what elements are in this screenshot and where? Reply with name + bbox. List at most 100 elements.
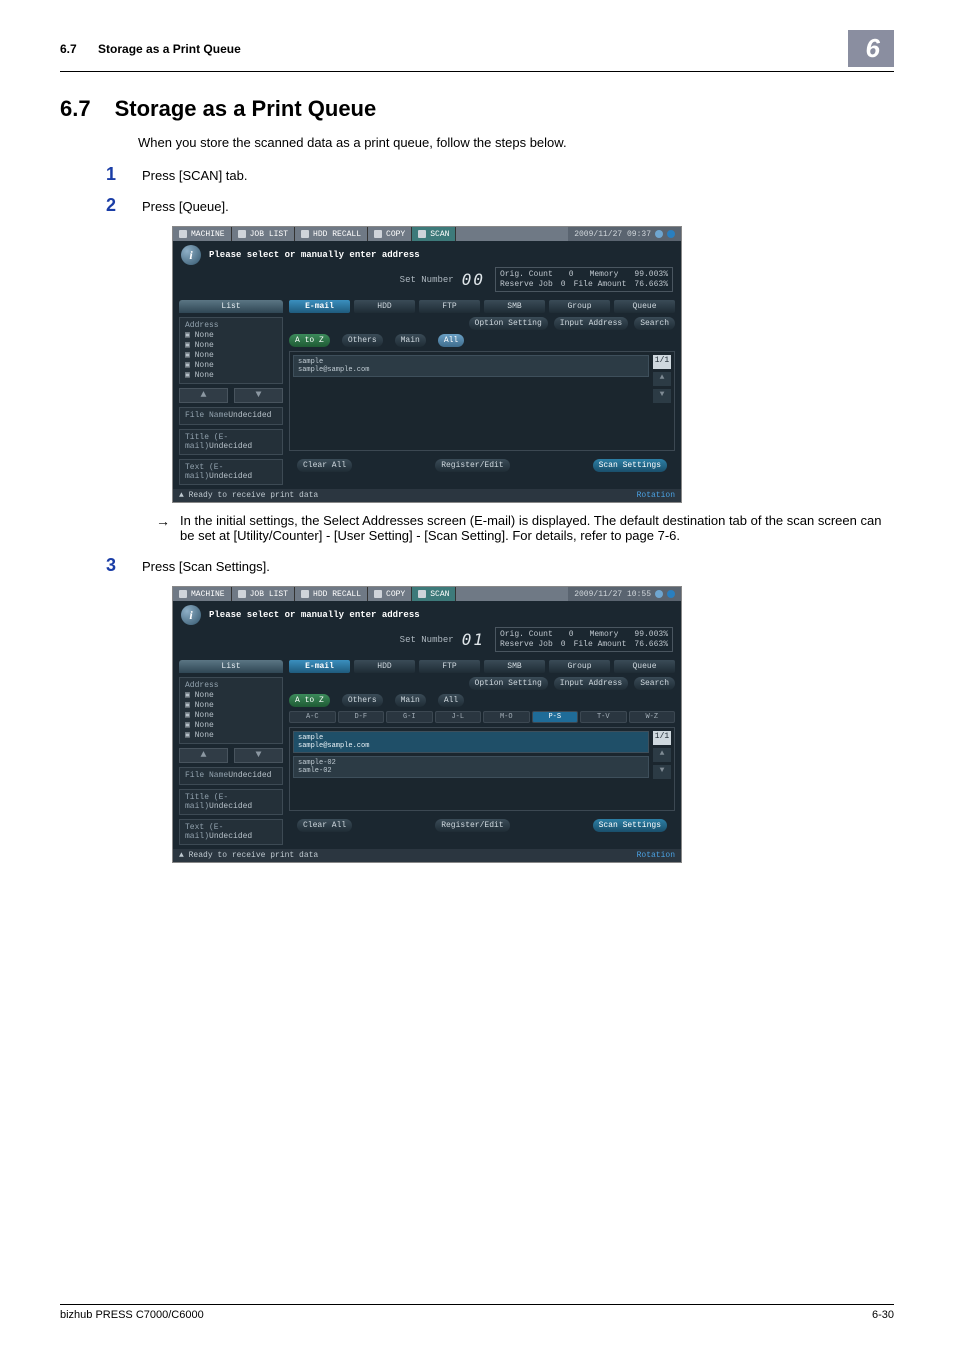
scan-settings-button[interactable]: Scan Settings (593, 459, 667, 472)
tab-copy[interactable]: COPY (368, 587, 412, 601)
page-indicator: 1/1 (653, 731, 671, 745)
clear-all-button[interactable]: Clear All (297, 459, 352, 472)
tab-machine[interactable]: MACHINE (173, 227, 232, 241)
tab-scan[interactable]: SCAN (412, 587, 456, 601)
dest-tab-group[interactable]: Group (549, 660, 610, 673)
text-email-field[interactable]: Text (E-mail)Undecided (179, 819, 283, 845)
alpha-a-c[interactable]: A-C (289, 711, 336, 723)
section-title-text: Storage as a Print Queue (115, 96, 377, 122)
others-button[interactable]: Others (342, 694, 383, 707)
tab-hdd-recall[interactable]: HDD RECALL (295, 587, 368, 601)
list-item[interactable]: sample sample@sample.com (293, 731, 649, 753)
alpha-p-s[interactable]: P-S (532, 711, 579, 723)
dest-tab-group[interactable]: Group (549, 300, 610, 313)
file-name-field[interactable]: File NameUndecided (179, 767, 283, 785)
search-button[interactable]: Search (634, 677, 675, 690)
set-number-value: 00 (462, 270, 495, 289)
info-icon: i (181, 605, 201, 625)
all-button[interactable]: All (438, 334, 464, 347)
alpha-m-o[interactable]: M-O (483, 711, 530, 723)
dest-tab-queue[interactable]: Queue (614, 300, 675, 313)
dest-tab-ftp[interactable]: FTP (419, 300, 480, 313)
a-to-z-button[interactable]: A to Z (289, 694, 330, 707)
all-button[interactable]: All (438, 694, 464, 707)
tab-scan[interactable]: SCAN (412, 227, 456, 241)
scroll-up-button[interactable]: ▲ (653, 748, 671, 762)
scroll-up-button[interactable]: ▲ (653, 372, 671, 386)
machine-icon (179, 230, 187, 238)
left-panel-tab-list[interactable]: List (179, 300, 283, 313)
prev-button[interactable]: ▲ (179, 388, 228, 403)
alpha-t-v[interactable]: T-V (580, 711, 627, 723)
clear-all-button[interactable]: Clear All (297, 819, 352, 832)
step-number: 3 (60, 555, 116, 576)
rotation-indicator: Rotation (637, 851, 675, 860)
scroll-down-button[interactable]: ▼ (653, 765, 671, 779)
main-button[interactable]: Main (395, 334, 426, 347)
main-button[interactable]: Main (395, 694, 426, 707)
scroll-down-button[interactable]: ▼ (653, 389, 671, 403)
dest-tab-ftp[interactable]: FTP (419, 660, 480, 673)
dest-tab-hdd[interactable]: HDD (354, 660, 415, 673)
screenshot-scan-search: MACHINE JOB LIST HDD RECALL COPY SCAN 20… (172, 586, 894, 863)
page-footer: bizhub PRESS C7000/C6000 6-30 (60, 1304, 894, 1321)
set-number-value: 01 (462, 630, 495, 649)
note-text: In the initial settings, the Select Addr… (180, 513, 894, 543)
option-setting-button[interactable]: Option Setting (469, 317, 548, 330)
arrow-icon: → (156, 513, 170, 543)
dest-tab-smb[interactable]: SMB (484, 300, 545, 313)
file-name-field[interactable]: File NameUndecided (179, 407, 283, 425)
status-bar: ▲ Ready to receive print data Rotation (173, 489, 681, 502)
others-button[interactable]: Others (342, 334, 383, 347)
footer-page-number: 6-30 (872, 1309, 894, 1321)
help-icon[interactable] (667, 230, 675, 238)
dest-tab-hdd[interactable]: HDD (354, 300, 415, 313)
register-edit-button[interactable]: Register/Edit (435, 459, 509, 472)
step-text: Press [SCAN] tab. (142, 164, 247, 185)
alpha-j-l[interactable]: J-L (435, 711, 482, 723)
dest-tab-email[interactable]: E-mail (289, 660, 350, 673)
search-button[interactable]: Search (634, 317, 675, 330)
step-number: 1 (60, 164, 116, 185)
prev-button[interactable]: ▲ (179, 748, 228, 763)
step-1: 1 Press [SCAN] tab. (60, 164, 894, 185)
next-button[interactable]: ▼ (234, 748, 283, 763)
address-list: sample sample@sample.com sample-02 samle… (289, 727, 675, 811)
set-number-label: Set Number (400, 275, 454, 285)
list-item[interactable]: sample sample@sample.com (293, 355, 649, 377)
option-setting-button[interactable]: Option Setting (469, 677, 548, 690)
dest-tab-smb[interactable]: SMB (484, 660, 545, 673)
alpha-w-z[interactable]: W-Z (629, 711, 676, 723)
info-icon: i (181, 245, 201, 265)
title-email-field[interactable]: Title (E-mail)Undecided (179, 789, 283, 815)
left-panel-tab-list[interactable]: List (179, 660, 283, 673)
scan-icon (418, 590, 426, 598)
status-bar: ▲ Ready to receive print data Rotation (173, 849, 681, 862)
a-to-z-button[interactable]: A to Z (289, 334, 330, 347)
text-email-field[interactable]: Text (E-mail)Undecided (179, 459, 283, 485)
tab-hdd-recall[interactable]: HDD RECALL (295, 227, 368, 241)
screenshot-scan-initial: MACHINE JOB LIST HDD RECALL COPY SCAN 20… (172, 226, 894, 503)
intro-paragraph: When you store the scanned data as a pri… (138, 135, 894, 150)
help-icon[interactable] (667, 590, 675, 598)
next-button[interactable]: ▼ (234, 388, 283, 403)
alpha-d-f[interactable]: D-F (338, 711, 385, 723)
tab-job-list[interactable]: JOB LIST (232, 227, 295, 241)
hdd-icon (301, 590, 309, 598)
step-text: Press [Scan Settings]. (142, 555, 270, 576)
dest-tab-email[interactable]: E-mail (289, 300, 350, 313)
tab-job-list[interactable]: JOB LIST (232, 587, 295, 601)
input-address-button[interactable]: Input Address (554, 677, 628, 690)
scan-settings-button[interactable]: Scan Settings (593, 819, 667, 832)
alpha-g-i[interactable]: G-I (386, 711, 433, 723)
title-email-field[interactable]: Title (E-mail)Undecided (179, 429, 283, 455)
tab-copy[interactable]: COPY (368, 227, 412, 241)
device-top-tabs: MACHINE JOB LIST HDD RECALL COPY SCAN 20… (173, 587, 681, 601)
register-edit-button[interactable]: Register/Edit (435, 819, 509, 832)
tab-machine[interactable]: MACHINE (173, 587, 232, 601)
list-item[interactable]: sample-02 samle-02 (293, 756, 649, 778)
counter-box: Orig. Count0Memory99.003% Reserve Job0Fi… (495, 267, 673, 292)
input-address-button[interactable]: Input Address (554, 317, 628, 330)
note-paragraph: → In the initial settings, the Select Ad… (156, 513, 894, 543)
dest-tab-queue[interactable]: Queue (614, 660, 675, 673)
